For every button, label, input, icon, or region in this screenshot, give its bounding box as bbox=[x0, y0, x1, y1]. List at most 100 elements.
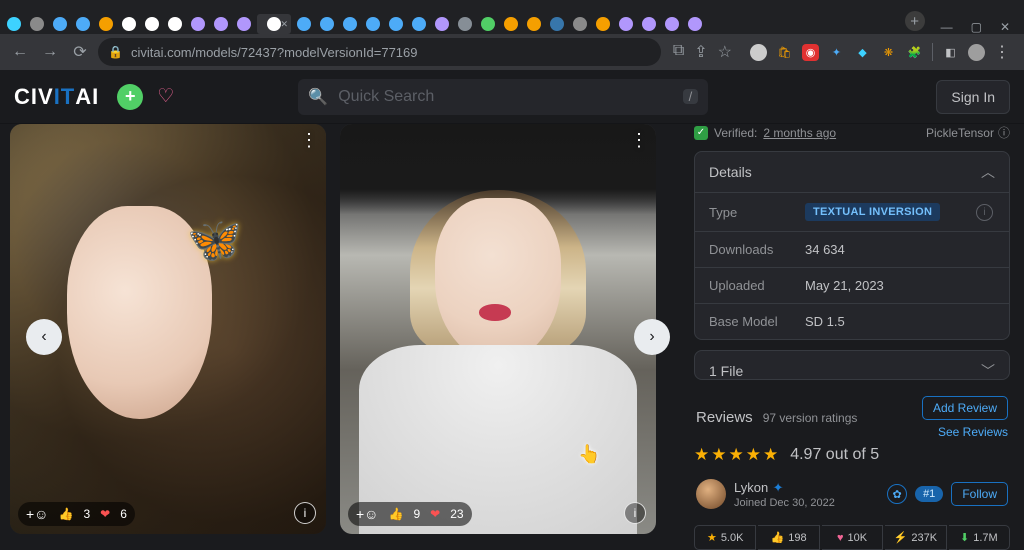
extension-icon[interactable]: ❋ bbox=[880, 44, 897, 61]
reaction-bar[interactable]: +☺ 👍9 ❤23 bbox=[348, 502, 472, 526]
tab-favicon bbox=[573, 17, 587, 31]
tab-favicon bbox=[237, 17, 251, 31]
extension-icon[interactable]: ◆ bbox=[854, 44, 871, 61]
gallery-next-button[interactable]: › bbox=[634, 319, 670, 355]
browser-tab[interactable] bbox=[119, 14, 139, 34]
tab-favicon bbox=[504, 17, 518, 31]
add-reaction-icon[interactable]: +☺ bbox=[356, 506, 378, 522]
follow-button[interactable]: Follow bbox=[951, 482, 1008, 506]
browser-tab[interactable] bbox=[257, 14, 291, 34]
star-rating: ★★★★★ bbox=[694, 445, 780, 465]
add-reaction-icon[interactable]: +☺ bbox=[26, 506, 48, 522]
gallery-prev-button[interactable]: ‹ bbox=[26, 319, 62, 355]
info-icon[interactable]: ⓘ bbox=[998, 124, 1010, 141]
favorite-icon[interactable]: ♡ bbox=[157, 85, 174, 108]
share-icon[interactable]: ⇪ bbox=[694, 42, 707, 62]
browser-tab[interactable] bbox=[616, 14, 636, 34]
search-input[interactable]: 🔍 Quick Search / bbox=[298, 79, 708, 115]
browser-menu-icon[interactable]: ⋮ bbox=[994, 42, 1010, 62]
files-panel[interactable]: 1 File ﹀ bbox=[694, 350, 1010, 380]
see-reviews-link[interactable]: See Reviews bbox=[938, 425, 1008, 439]
browser-tab[interactable] bbox=[27, 14, 47, 34]
detail-key: Type bbox=[695, 195, 805, 230]
card-menu-icon[interactable]: ⋮ bbox=[300, 130, 318, 151]
card-info-icon[interactable]: i bbox=[294, 502, 316, 524]
bolt-icon: ⚡ bbox=[894, 531, 908, 544]
details-title: Details bbox=[709, 164, 752, 180]
window-maximize-button[interactable]: ▢ bbox=[971, 20, 982, 34]
profile-avatar-icon[interactable] bbox=[968, 44, 985, 61]
reaction-bar[interactable]: +☺ 👍3 ❤6 bbox=[18, 502, 135, 526]
like-icon[interactable]: 👍 bbox=[58, 507, 73, 521]
site-info-icon[interactable]: 🔒 bbox=[108, 45, 123, 59]
browser-tab[interactable] bbox=[234, 14, 254, 34]
window-minimize-button[interactable]: — bbox=[941, 20, 953, 34]
browser-tab[interactable] bbox=[547, 14, 567, 34]
gear-icon[interactable]: ✿ bbox=[887, 484, 907, 504]
browser-tab[interactable] bbox=[73, 14, 93, 34]
create-button[interactable]: + bbox=[117, 84, 143, 110]
browser-tab[interactable] bbox=[409, 14, 429, 34]
sidepanel-icon[interactable]: ◧ bbox=[942, 44, 959, 61]
like-icon[interactable]: 👍 bbox=[388, 507, 403, 521]
creator-avatar[interactable] bbox=[696, 479, 726, 509]
install-app-icon[interactable]: ⧉ bbox=[673, 42, 684, 62]
browser-tab[interactable] bbox=[524, 14, 544, 34]
verified-check-icon: ✓ bbox=[694, 126, 708, 140]
card-info-icon[interactable]: i bbox=[624, 502, 646, 524]
verified-badge-icon: ✦ bbox=[773, 480, 784, 495]
browser-tab[interactable] bbox=[455, 14, 475, 34]
heart-icon[interactable]: ❤ bbox=[430, 507, 440, 521]
browser-tab[interactable] bbox=[50, 14, 70, 34]
browser-tab[interactable] bbox=[685, 14, 705, 34]
heart-icon[interactable]: ❤ bbox=[100, 507, 110, 521]
details-header[interactable]: Details ︿ bbox=[695, 152, 1009, 192]
browser-tab[interactable] bbox=[142, 14, 162, 34]
add-review-button[interactable]: Add Review bbox=[922, 396, 1008, 420]
extension-icon[interactable]: ✦ bbox=[828, 44, 845, 61]
browser-tab[interactable] bbox=[165, 14, 185, 34]
browser-tab[interactable] bbox=[211, 14, 231, 34]
card-menu-icon[interactable]: ⋮ bbox=[630, 130, 648, 151]
extension-icon[interactable]: ◉ bbox=[802, 44, 819, 61]
tab-favicon bbox=[7, 17, 21, 31]
verified-date-link[interactable]: 2 months ago bbox=[763, 126, 836, 140]
creator-name[interactable]: Lykon bbox=[734, 480, 768, 495]
browser-tab[interactable] bbox=[294, 14, 314, 34]
nav-forward-button[interactable]: → bbox=[38, 40, 62, 64]
browser-tab[interactable] bbox=[96, 14, 116, 34]
browser-tab[interactable] bbox=[570, 14, 590, 34]
browser-tab[interactable] bbox=[340, 14, 360, 34]
browser-tab[interactable] bbox=[317, 14, 337, 34]
reviews-block: Reviews 97 version ratings Add Review Se… bbox=[694, 390, 1010, 465]
chevron-up-icon: ︿ bbox=[981, 162, 995, 182]
model-sidebar: ✓ Verified: 2 months ago PickleTensor ⓘ … bbox=[690, 124, 1024, 550]
nav-back-button[interactable]: ← bbox=[8, 40, 32, 64]
browser-tab[interactable] bbox=[639, 14, 659, 34]
extension-icon[interactable]: 🛍 bbox=[776, 44, 793, 61]
browser-tab[interactable] bbox=[432, 14, 452, 34]
format-label: PickleTensor bbox=[926, 126, 994, 140]
site-logo[interactable]: CIVITAI bbox=[14, 84, 99, 110]
new-tab-button[interactable]: + bbox=[905, 11, 925, 31]
info-icon[interactable]: i bbox=[976, 204, 993, 221]
url-text: civitai.com/models/72437?modelVersionId=… bbox=[131, 45, 418, 60]
gallery-card[interactable]: ⋮ +☺ 👍9 ❤23 i bbox=[340, 124, 656, 534]
browser-tab[interactable] bbox=[188, 14, 208, 34]
window-close-button[interactable]: ✕ bbox=[1000, 20, 1010, 34]
nav-reload-button[interactable]: ⟳ bbox=[68, 40, 92, 64]
browser-tab[interactable] bbox=[386, 14, 406, 34]
browser-tab[interactable] bbox=[662, 14, 682, 34]
chevron-down-icon: ﹀ bbox=[981, 361, 995, 380]
url-input[interactable]: 🔒 civitai.com/models/72437?modelVersionI… bbox=[98, 38, 661, 66]
bookmark-icon[interactable]: ☆ bbox=[718, 42, 732, 62]
browser-tab[interactable] bbox=[4, 14, 24, 34]
extension-icon[interactable] bbox=[750, 44, 767, 61]
browser-tab[interactable] bbox=[501, 14, 521, 34]
signin-button[interactable]: Sign In bbox=[936, 80, 1010, 114]
extensions-menu-icon[interactable]: 🧩 bbox=[906, 44, 923, 61]
browser-tab[interactable] bbox=[593, 14, 613, 34]
browser-tab[interactable] bbox=[478, 14, 498, 34]
browser-tab[interactable] bbox=[363, 14, 383, 34]
browser-address-bar: ← → ⟳ 🔒 civitai.com/models/72437?modelVe… bbox=[0, 34, 1024, 70]
